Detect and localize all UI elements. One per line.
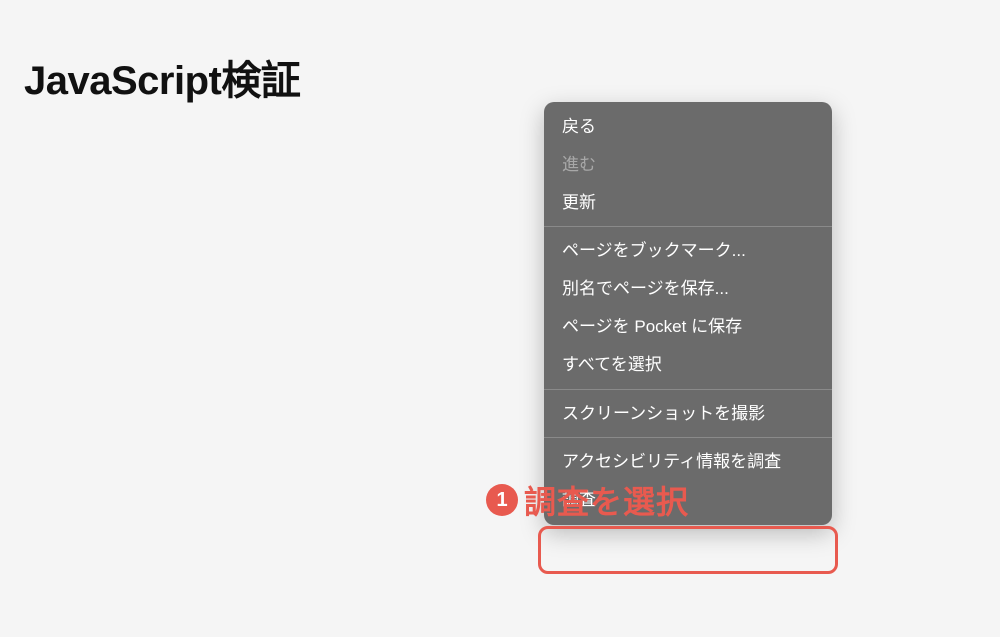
context-menu: 戻る 進む 更新 ページをブックマーク... 別名でページを保存... ページを… [544, 102, 832, 525]
annotation-badge: 1 [486, 484, 518, 516]
menu-separator [544, 226, 832, 227]
menu-item-reload[interactable]: 更新 [544, 184, 832, 222]
menu-separator [544, 437, 832, 438]
menu-item-screenshot[interactable]: スクリーンショットを撮影 [544, 395, 832, 433]
menu-item-select-all[interactable]: すべてを選択 [544, 346, 832, 384]
annotation-text: 調査を選択 [524, 477, 689, 523]
menu-separator [544, 389, 832, 390]
menu-item-back[interactable]: 戻る [544, 108, 832, 146]
menu-item-forward: 進む [544, 146, 832, 184]
menu-item-accessibility-inspect[interactable]: アクセシビリティ情報を調査 [544, 443, 832, 481]
menu-item-save-as[interactable]: 別名でページを保存... [544, 270, 832, 308]
highlight-box [538, 526, 838, 574]
menu-item-save-pocket[interactable]: ページを Pocket に保存 [544, 308, 832, 346]
page-title: JavaScript検証 [24, 48, 300, 106]
menu-item-bookmark[interactable]: ページをブックマーク... [544, 232, 832, 270]
annotation-callout: 1 調査を選択 [486, 477, 689, 523]
